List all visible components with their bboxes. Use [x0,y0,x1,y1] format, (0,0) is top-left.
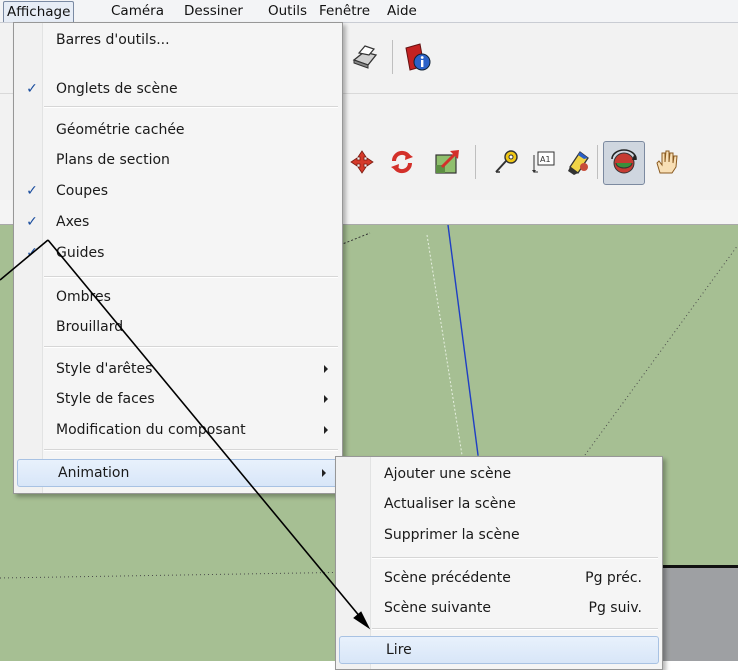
menu-item-label: Supprimer la scène [384,527,520,543]
menu-item-label: Scène précédente [384,570,511,586]
menu-item-guides[interactable]: ✓ Guides [16,240,340,266]
menu-item-shadows[interactable]: Ombres [16,284,340,310]
menu-item-axes[interactable]: ✓ Axes [16,209,340,235]
submenu-arrow-icon [324,365,328,373]
menu-item-animation[interactable]: Animation [17,459,339,487]
menu-item-label: Style d'arêtes [56,361,153,377]
move-icon[interactable] [345,145,379,179]
menu-item-label: Scène suivante [384,600,492,616]
menu-affichage[interactable]: Affichage [3,1,75,22]
rotate-icon[interactable] [385,145,419,179]
shortcut-label: Pg suiv. [588,600,642,616]
menu-item-label: Lire [386,642,412,658]
menu-item-add-scene[interactable]: Ajouter une scène [338,461,660,487]
print-icon[interactable] [347,40,381,74]
menu-item-fog[interactable]: Brouillard [16,314,340,340]
menu-bar: Affichage Caméra Dessiner Outils Fenêtre… [0,0,738,23]
menu-item-label: Onglets de scène [56,81,178,97]
menu-item-label: Géométrie cachée [56,122,185,138]
check-icon: ✓ [26,183,38,199]
menu-item-update-scene[interactable]: Actualiser la scène [338,491,660,517]
menu-item-delete-scene[interactable]: Supprimer la scène [338,522,660,548]
menu-item-label: Actualiser la scène [384,496,516,512]
menu-item-hidden-geometry[interactable]: Géométrie cachée [16,117,340,143]
tape-measure-icon[interactable] [490,145,524,179]
menu-item-scene-tabs[interactable]: ✓ Onglets de scène [16,76,340,102]
menu-dessiner[interactable]: Dessiner [181,2,246,20]
menu-item-label: Brouillard [56,319,124,335]
pan-icon[interactable] [650,145,684,179]
menu-item-label: Plans de section [56,152,170,168]
menu-item-component-edit[interactable]: Modification du composant [16,417,340,443]
paint-bucket-icon[interactable] [560,145,594,179]
menu-item-label: Ombres [56,289,111,305]
menu-item-section-planes[interactable]: Plans de section [16,147,340,173]
menu-item-label: Style de faces [56,391,155,407]
check-icon: ✓ [26,81,38,97]
check-icon: ✓ [26,245,38,261]
animation-submenu: Ajouter une scène Actualiser la scène Su… [335,456,663,670]
svg-text:A1: A1 [540,155,551,164]
menu-item-label: Coupes [56,183,109,199]
menu-item-toolbars[interactable]: Barres d'outils... [16,27,340,53]
orbit-icon[interactable] [603,141,645,185]
submenu-arrow-icon [324,395,328,403]
menu-item-label: Guides [56,245,105,261]
menu-item-label: Barres d'outils... [56,32,170,48]
menu-item-section-cuts[interactable]: ✓ Coupes [16,178,340,204]
scale-icon[interactable] [430,145,464,179]
menu-item-previous-scene[interactable]: Scène précédente Pg préc. [338,565,660,591]
menu-item-label: Axes [56,214,90,230]
menu-fenetre[interactable]: Fenêtre [316,2,373,20]
shortcut-label: Pg préc. [585,570,642,586]
text-icon[interactable]: A1 [525,145,559,179]
model-info-icon[interactable] [400,40,434,74]
menu-item-edge-style[interactable]: Style d'arêtes [16,356,340,382]
check-icon: ✓ [26,214,38,230]
menu-item-label: Modification du composant [56,422,246,438]
menu-item-next-scene[interactable]: Scène suivante Pg suiv. [338,595,660,621]
menu-item-label: Ajouter une scène [384,466,512,482]
submenu-arrow-icon [322,469,326,477]
menu-camera[interactable]: Caméra [108,2,167,20]
view-menu: Barres d'outils... ✓ Onglets de scène Gé… [13,22,343,494]
menu-item-label: Animation [58,465,130,481]
menu-aide[interactable]: Aide [384,2,420,20]
submenu-arrow-icon [324,426,328,434]
menu-outils[interactable]: Outils [265,2,310,20]
menu-item-play[interactable]: Lire [339,636,659,664]
menu-item-face-style[interactable]: Style de faces [16,386,340,412]
